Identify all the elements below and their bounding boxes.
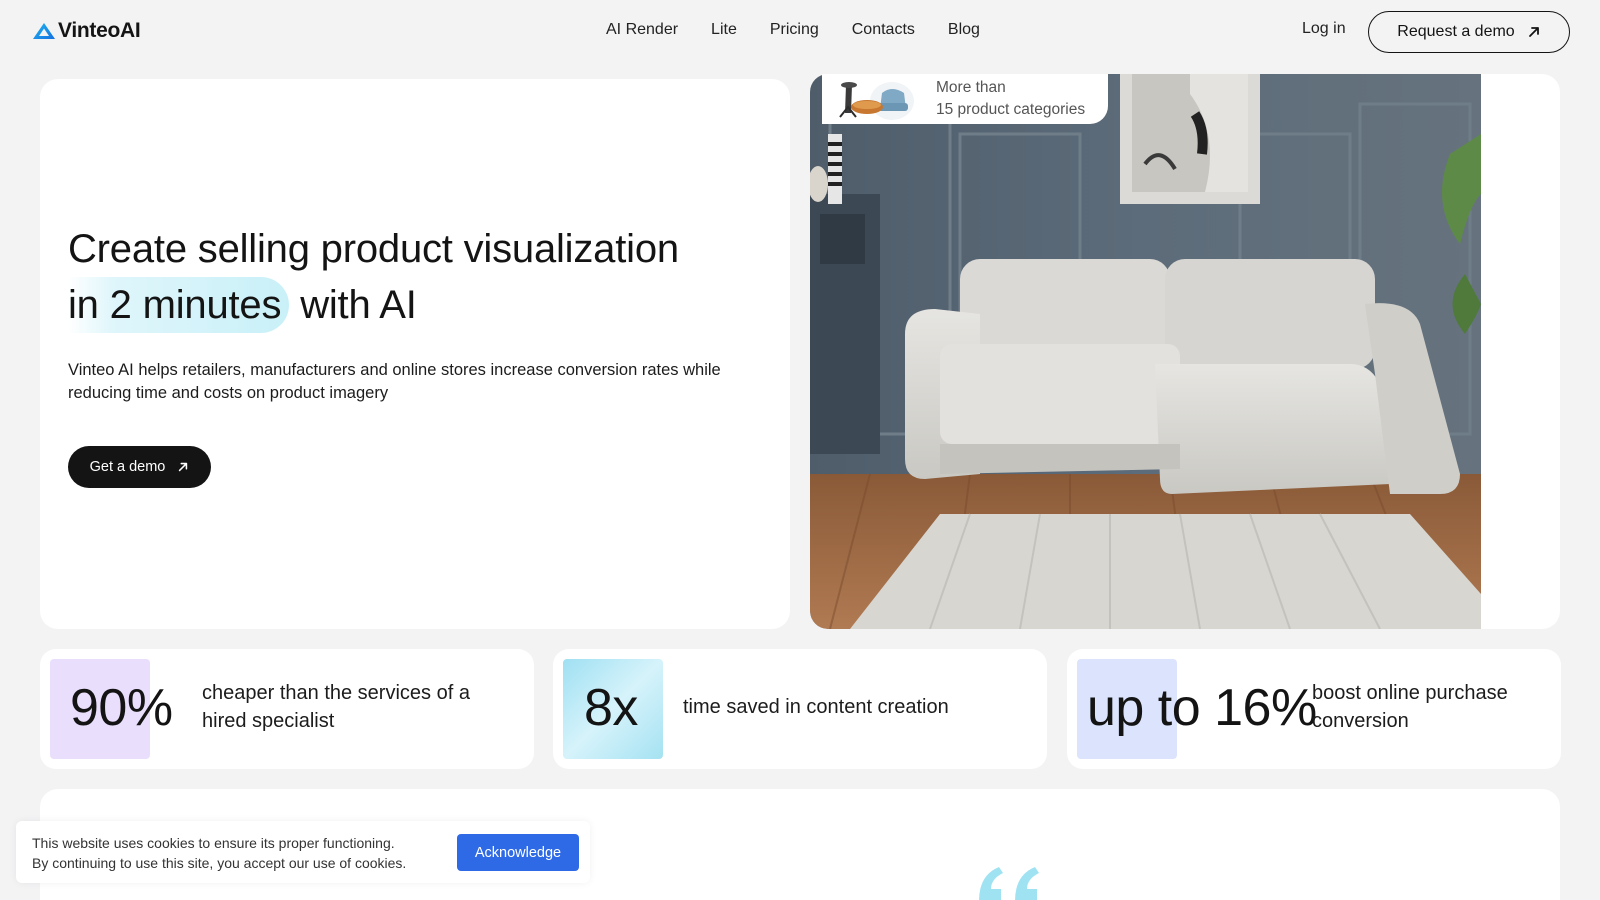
- hero-card: Create selling product visualization in …: [40, 79, 790, 629]
- stat-description: time saved in content creation: [683, 696, 949, 718]
- nav-contacts[interactable]: Contacts: [852, 21, 915, 39]
- categories-line2: 15 product categories: [936, 101, 1086, 118]
- stat-value: up to 16%: [1087, 679, 1317, 737]
- stat-card-cost: 90% cheaper than the services of a hired…: [40, 649, 534, 769]
- hero-title-line1: Create selling product visualization: [68, 227, 679, 271]
- nav-blog[interactable]: Blog: [948, 21, 980, 39]
- stat-value: 8x: [584, 679, 638, 737]
- logo-text: VinteoAI: [58, 19, 141, 42]
- nav-ai-render[interactable]: AI Render: [606, 21, 678, 39]
- stat-card-time: 8x time saved in content creation: [553, 649, 1047, 769]
- cookie-line2: By continuing to use this site, you acce…: [32, 855, 407, 871]
- cookie-banner: This website uses cookies to ensure its …: [16, 821, 590, 883]
- logo-mark-icon: [33, 23, 55, 39]
- categories-text: More than 15 product categories: [936, 77, 1085, 121]
- categories-line1: More than: [936, 79, 1006, 96]
- stat-description: cheaper than the services of a hired spe…: [202, 682, 470, 732]
- top-header: VinteoAI AI Render Lite Pricing Contacts…: [0, 0, 1600, 64]
- living-room-sofa-image: [810, 74, 1481, 629]
- hero-title: Create selling product visualization in …: [68, 221, 768, 333]
- hero-photo-card: [810, 74, 1560, 629]
- arrow-up-right-icon: [1528, 27, 1539, 37]
- request-demo-label: Request a demo: [1397, 23, 1515, 40]
- furniture-thumbnails-icon: [839, 82, 914, 120]
- stat-card-conversion: up to 16% boost online purchase conversi…: [1067, 649, 1561, 769]
- cookie-text: This website uses cookies to ensure its …: [32, 833, 406, 873]
- login-link[interactable]: Log in: [1302, 20, 1346, 38]
- cookie-line1: This website uses cookies to ensure its …: [32, 835, 395, 851]
- arrow-up-right-icon: [179, 462, 188, 472]
- hero-title-rest: with AI: [300, 283, 417, 327]
- stat-description: boost online purchase conversion: [1312, 682, 1508, 732]
- logo[interactable]: VinteoAI: [32, 19, 141, 43]
- hero-title-highlight: in 2 minutes: [68, 277, 290, 333]
- hero-subtitle: Vinteo AI helps retailers, manufacturers…: [68, 361, 721, 402]
- quote-mark-icon: [979, 867, 1039, 900]
- nav-lite[interactable]: Lite: [711, 21, 737, 39]
- get-demo-label: Get a demo: [89, 459, 166, 475]
- main-nav: AI Render Lite Pricing Contacts Blog: [606, 21, 980, 39]
- product-categories-badge: More than 15 product categories: [822, 74, 1108, 124]
- nav-pricing[interactable]: Pricing: [770, 21, 819, 39]
- stat-value: 90%: [70, 679, 173, 737]
- request-demo-button[interactable]: Request a demo: [1368, 11, 1570, 53]
- acknowledge-button[interactable]: Acknowledge: [457, 834, 579, 871]
- get-demo-button[interactable]: Get a demo: [68, 446, 211, 488]
